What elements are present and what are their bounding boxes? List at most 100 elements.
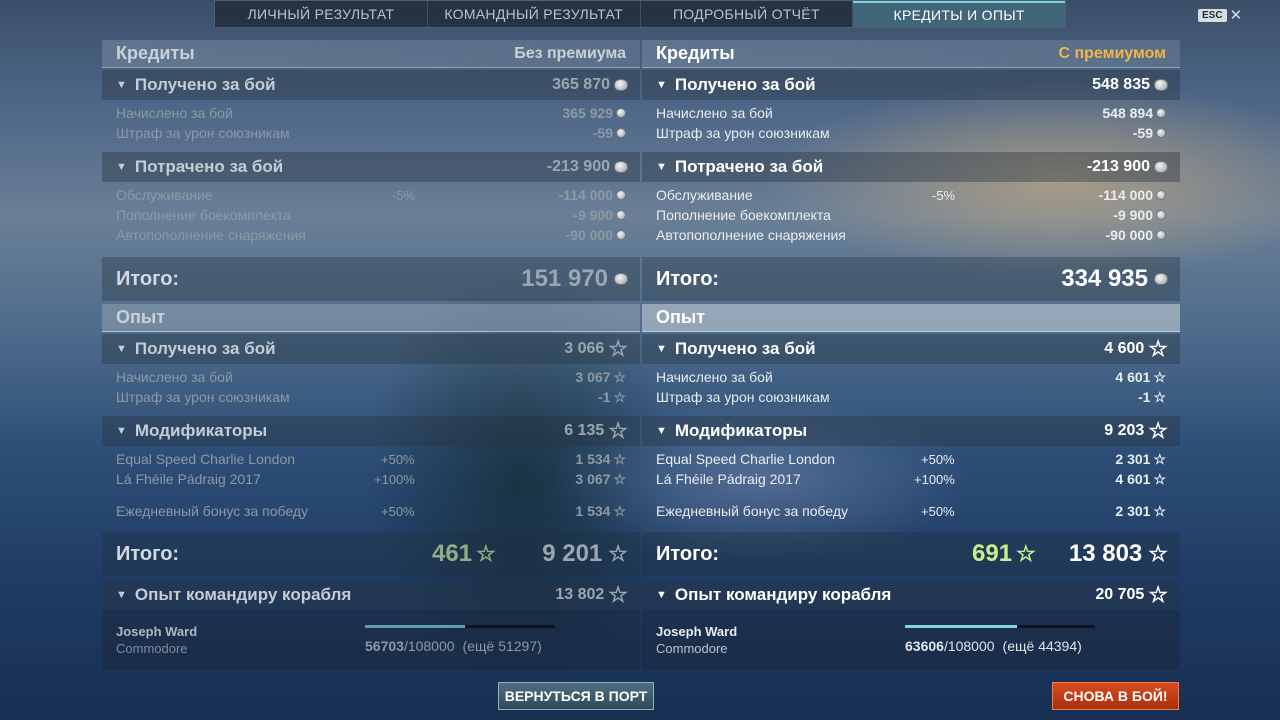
modifier-label: Equal Speed Charlie London (116, 451, 296, 467)
free-xp-value: 691 ☆ (972, 540, 1036, 568)
detail-label: Штраф за урон союзникам (116, 389, 290, 405)
credits-total-row: Итого: 334 935 (642, 257, 1180, 301)
star-icon: ☆ (1153, 502, 1166, 519)
credits-earned-section[interactable]: ▼ Получено за бой 548 835 (642, 70, 1180, 100)
detail-label: Начислено за бой (116, 105, 233, 121)
section-title: Модификаторы (674, 421, 808, 440)
credits-earned-section[interactable]: ▼ Получено за бой 365 870 (102, 70, 640, 100)
detail-row: Автопополнение снаряжения -90 000 (642, 225, 1180, 245)
account-mode-label: Без премиума (514, 44, 626, 62)
detail-row: Начислено за бой 3 067 ☆ (102, 367, 640, 387)
modifier-row: Ежедневный бонус за победу +50% 1 534 ☆ (102, 501, 640, 521)
modifier-value: 1 534 (575, 451, 611, 467)
credits-total-value: 151 970 (521, 265, 608, 292)
xp-total-value: 13 803 (1068, 540, 1143, 567)
star-icon: ☆ (476, 541, 496, 566)
detail-row: Обслуживание -5% -114 000 (642, 185, 1180, 205)
triangle-down-icon: ▼ (656, 343, 667, 355)
star-icon: ☆ (613, 470, 626, 487)
star-icon: ☆ (613, 450, 626, 467)
detail-value: -59 (1132, 125, 1153, 141)
modifier-row: Ежедневный бонус за победу +50% 2 301 ☆ (642, 501, 1180, 521)
modifier-percent: +50% (381, 503, 415, 519)
star-icon: ☆ (608, 336, 628, 361)
xp-earned-section[interactable]: ▼ Получено за бой 4 600 ☆ (642, 334, 1180, 364)
star-icon: ☆ (613, 368, 626, 385)
triangle-down-icon: ▼ (656, 161, 667, 173)
modifier-label: Ежедневный бонус за победу (656, 503, 849, 519)
credits-total-value: 334 935 (1061, 265, 1148, 292)
star-icon: ☆ (1153, 470, 1166, 487)
triangle-down-icon: ▼ (656, 589, 667, 601)
modifier-value: 4 601 (1115, 471, 1151, 487)
detail-label: Пополнение боекомплекта (656, 207, 831, 223)
commander-xp-remaining: (ещё 51297) (462, 638, 542, 654)
detail-row: Пополнение боекомплекта -9 900 (102, 205, 640, 225)
xp-earned-section[interactable]: ▼ Получено за бой 3 066 ☆ (102, 334, 640, 364)
close-button[interactable]: ESC ✕ (1198, 6, 1242, 24)
xp-earned-value: 4 600 (1104, 340, 1145, 357)
xp-earned-value: 3 066 (564, 340, 605, 357)
commander-xp-text: 56703/108000 (ещё 51297) (365, 638, 542, 654)
battle-again-button[interactable]: СНОВА В БОЙ! (1052, 682, 1179, 710)
modifier-label: Lá Fhéile Pádraig 2017 (656, 471, 801, 487)
credits-spent-section[interactable]: ▼ Потрачено за бой -213 900 (642, 152, 1180, 182)
coin-icon (616, 190, 626, 200)
detail-row: Штраф за урон союзникам -1 ☆ (642, 387, 1180, 407)
detail-label: Автопополнение снаряжения (656, 227, 846, 243)
detail-row: Начислено за бой 4 601 ☆ (642, 367, 1180, 387)
section-title: Модификаторы (134, 421, 268, 440)
commander-xp-section[interactable]: ▼ Опыт командиру корабля 13 802 ☆ (102, 580, 640, 610)
detail-row: Пополнение боекомплекта -9 900 (642, 205, 1180, 225)
detail-value: -9 900 (1113, 207, 1153, 223)
modifier-value: 1 534 (575, 503, 611, 519)
detail-row: Начислено за бой 548 894 (642, 103, 1180, 123)
credits-spent-value: -213 900 (546, 158, 610, 175)
coin-icon (1154, 161, 1168, 173)
commander-xp-text: 63606/108000 (ещё 44394) (905, 638, 1082, 654)
commander-card: Joseph Ward Commodore 63606/108000 (ещё 443… (642, 610, 1180, 670)
coin-icon (614, 273, 628, 285)
return-to-port-button[interactable]: ВЕРНУТЬСЯ В ПОРТ (498, 682, 654, 710)
tab-personal-result[interactable]: ЛИЧНЫЙ РЕЗУЛЬТАТ (215, 1, 428, 27)
modifier-row: Equal Speed Charlie London +50% 2 301 ☆ (642, 449, 1180, 469)
modifier-label: Lá Fhéile Pádraig 2017 (116, 471, 261, 487)
tab-credits-and-xp[interactable]: КРЕДИТЫ И ОПЫТ (853, 1, 1065, 27)
coin-icon (616, 230, 626, 240)
detail-value: -90 000 (565, 227, 613, 243)
detail-percent: -5% (392, 187, 416, 203)
star-icon: ☆ (613, 502, 626, 519)
commander-progress-fill (365, 625, 465, 628)
experience-title: Опыт (116, 307, 166, 327)
modifier-row: Lá Fhéile Pádraig 2017 +100% 4 601 ☆ (642, 469, 1180, 489)
modifier-value: 2 301 (1115, 503, 1151, 519)
tab-team-result[interactable]: КОМАНДНЫЙ РЕЗУЛЬТАТ (428, 1, 641, 27)
modifier-label: Ежедневный бонус за победу (116, 503, 309, 519)
coin-icon (1156, 230, 1166, 240)
coin-icon (1156, 190, 1166, 200)
commander-xp-remaining: (ещё 44394) (1002, 638, 1082, 654)
detail-value: -1 (1137, 389, 1151, 405)
triangle-down-icon: ▼ (116, 425, 127, 437)
modifiers-section[interactable]: ▼ Модификаторы 9 203 ☆ (642, 416, 1180, 446)
detail-value: 3 067 (575, 369, 611, 385)
credits-earned-value: 548 835 (1092, 76, 1150, 93)
detail-label: Начислено за бой (656, 369, 773, 385)
star-icon: ☆ (608, 582, 628, 607)
free-xp-value: 461 ☆ (432, 540, 496, 568)
detail-label: Штраф за урон союзникам (116, 125, 290, 141)
detail-label: Автопополнение снаряжения (116, 227, 306, 243)
detail-value: 365 929 (562, 105, 613, 121)
credits-header: Кредиты С премиумом (642, 40, 1180, 68)
commander-xp-section[interactable]: ▼ Опыт командиру корабля 20 705 ☆ (642, 580, 1180, 610)
coin-icon (616, 108, 626, 118)
xp-total-row: Итого: 691 ☆ 13 803 ☆ (642, 532, 1180, 576)
tab-detailed-report[interactable]: ПОДРОБНЫЙ ОТЧЁТ (641, 1, 854, 27)
section-title: Опыт командиру корабля (674, 585, 892, 604)
credits-spent-section[interactable]: ▼ Потрачено за бой -213 900 (102, 152, 640, 182)
detail-row: Начислено за бой 365 929 (102, 103, 640, 123)
modifier-percent: +50% (921, 451, 955, 467)
section-title: Получено за бой (134, 75, 276, 94)
detail-row: Штраф за урон союзникам -59 (102, 123, 640, 143)
modifiers-section[interactable]: ▼ Модификаторы 6 135 ☆ (102, 416, 640, 446)
